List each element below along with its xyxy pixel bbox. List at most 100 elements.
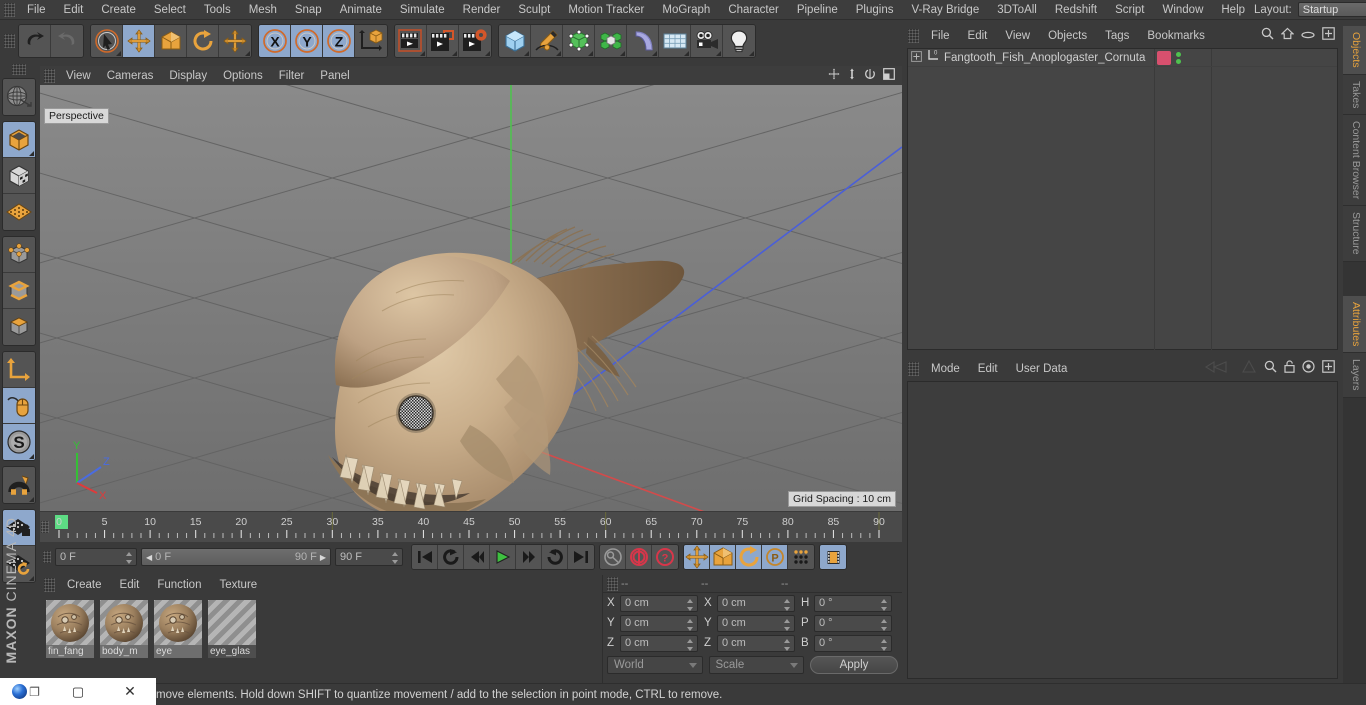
tab-content-browser[interactable]: Content Browser [1343,115,1366,207]
tab-layers[interactable]: Layers [1343,353,1366,398]
menu-item-simulate[interactable]: Simulate [391,0,454,20]
menu-item-character[interactable]: Character [719,0,788,20]
object-menu-file[interactable]: File [922,26,959,46]
timeline-ruler-panel[interactable]: 0 5 10 15 20 25 30 35 40 45 50 55 60 65 70 75 80 85 90 [40,512,902,542]
menu-item-render[interactable]: Render [454,0,510,20]
next-arrow-icon[interactable] [1241,359,1257,378]
tab-structure[interactable]: Structure [1343,206,1366,262]
material-gripper[interactable] [44,577,55,592]
viewport-menu-cameras[interactable]: Cameras [99,66,162,86]
model-mode-button[interactable] [3,158,35,194]
material-item[interactable]: eye_glas [208,600,256,658]
play-forward-loop-button[interactable] [542,545,568,569]
add-camera-button[interactable] [691,25,723,57]
next-frame-button[interactable] [516,545,542,569]
material-thumbnail[interactable] [154,600,202,645]
keyframe-selection-button[interactable]: ? [652,545,678,569]
maximize-button[interactable]: ▢ [52,678,104,705]
object-tree[interactable]: 0 Fangtooth_Fish_Anoplogaster_Cornuta [907,48,1338,351]
cinema4d-taskbar-icon[interactable]: ❐ [0,678,52,705]
viewport-menu-panel[interactable]: Panel [312,66,357,86]
material-tag-icon[interactable] [1157,50,1171,65]
attribute-menu-edit[interactable]: Edit [969,359,1007,379]
material-menu-function[interactable]: Function [148,575,210,595]
lock-y-axis[interactable]: Y [291,25,323,57]
add-light-button[interactable] [723,25,755,57]
viewport-menu-display[interactable]: Display [161,66,215,86]
play-backwards-loop-button[interactable] [438,545,464,569]
home-icon[interactable] [1280,27,1295,45]
coord-stepper-position[interactable] [687,638,694,651]
coord-stepper-size[interactable] [784,618,791,631]
current-frame-field[interactable]: 0 F [55,548,137,566]
coordinate-system-dropdown[interactable]: World [607,656,703,674]
coord-field-rotation[interactable]: 0 ° [814,594,892,612]
material-menu-edit[interactable]: Edit [111,575,149,595]
free-move-tool[interactable] [219,25,251,57]
play-button[interactable] [490,545,516,569]
viewport-menu-options[interactable]: Options [215,66,271,86]
timeline-filmstrip-button[interactable] [820,545,846,569]
viewport-gripper[interactable] [44,68,55,83]
record-active-objects-button[interactable] [626,545,652,569]
coordinate-mode-dropdown[interactable]: Scale [708,656,804,674]
object-gripper[interactable] [908,29,919,43]
layout-select[interactable]: Startup [1297,2,1366,17]
object-axis-button[interactable] [3,352,35,388]
lock-x-axis[interactable]: X [259,25,291,57]
coord-stepper-size[interactable] [784,598,791,611]
add-environment-button[interactable] [659,25,691,57]
go-to-start-button[interactable] [412,545,438,569]
dolly-icon[interactable] [847,67,857,85]
material-thumbnail[interactable] [100,600,148,645]
live-selection-tool[interactable] [91,25,123,57]
attribute-content[interactable] [907,381,1338,679]
add-primitive-button[interactable] [499,25,531,57]
lock-z-axis[interactable]: Z [323,25,355,57]
plus-box-icon[interactable] [1322,359,1335,378]
coord-field-position[interactable]: 0 cm [620,614,698,632]
close-button[interactable]: ✕ [104,678,156,705]
menu-gripper[interactable] [4,2,15,17]
menu-item-file[interactable]: File [18,0,55,20]
record-rotation-button[interactable] [736,545,762,569]
search-icon[interactable] [1261,27,1274,45]
add-spline-button[interactable] [531,25,563,57]
texture-mode-button[interactable] [3,194,35,230]
material-item[interactable]: body_m [100,600,148,658]
menu-item-window[interactable]: Window [1153,0,1212,20]
material-item[interactable]: eye [154,600,202,658]
menu-item-3dtoall[interactable]: 3DToAll [988,0,1046,20]
coord-stepper-position[interactable] [687,598,694,611]
menu-item-snap[interactable]: Snap [286,0,331,20]
range-prev-icon[interactable]: ◀ [146,553,152,562]
object-menu-view[interactable]: View [996,26,1039,46]
material-thumbnail[interactable] [46,600,94,645]
target-icon[interactable] [1302,359,1315,378]
move-tool[interactable] [123,25,155,57]
previous-frame-button[interactable] [464,545,490,569]
editable-object-button[interactable] [3,122,35,158]
end-frame-field[interactable]: 90 F [335,548,403,566]
viewport-canvas[interactable]: Perspective Grid Spacing : 10 cm Y Z X [40,85,902,511]
coord-field-position[interactable]: 0 cm [620,594,698,612]
menu-item-mograph[interactable]: MoGraph [653,0,719,20]
coord-field-size[interactable]: 0 cm [717,594,795,612]
world-object-axis[interactable] [355,25,387,57]
coord-stepper-size[interactable] [784,638,791,651]
material-item[interactable]: fin_fang [46,600,94,658]
polygons-mode-button[interactable] [3,309,35,345]
object-menu-tags[interactable]: Tags [1096,26,1138,46]
coord-field-position[interactable]: 0 cm [620,634,698,652]
redo-button[interactable] [51,25,83,57]
record-pla-button[interactable]: P [762,545,788,569]
ellipse-icon[interactable] [1301,27,1315,45]
menu-item-animate[interactable]: Animate [331,0,391,20]
object-menu-edit[interactable]: Edit [959,26,997,46]
menu-item-tools[interactable]: Tools [195,0,240,20]
apply-button[interactable]: Apply [810,656,898,674]
end-frame-stepper[interactable] [392,552,399,564]
range-next-icon[interactable]: ▶ [320,553,326,562]
record-scale-button[interactable] [710,545,736,569]
current-frame-stepper[interactable] [126,552,133,564]
